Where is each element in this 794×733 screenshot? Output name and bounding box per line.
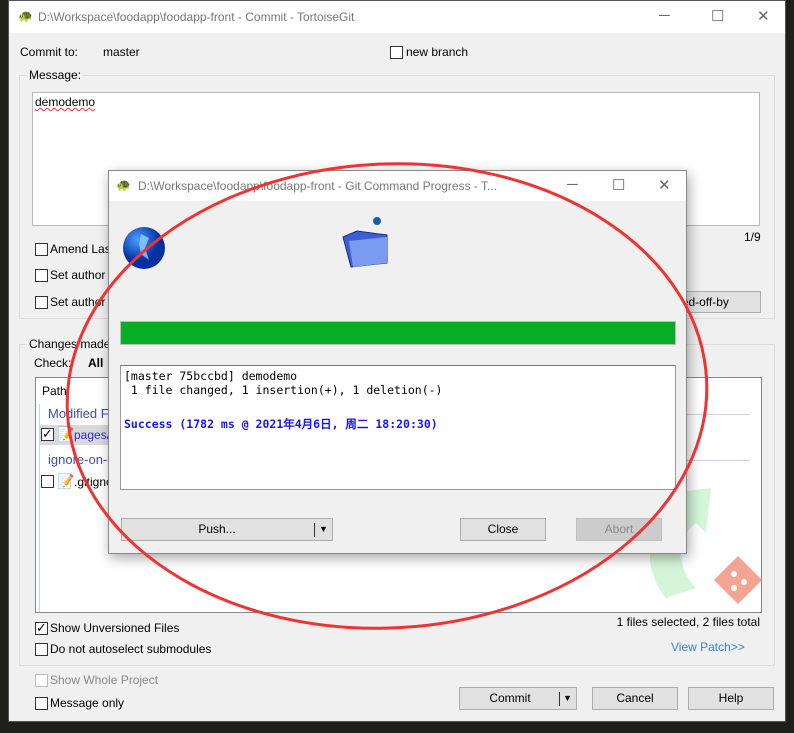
progress-bar — [120, 321, 676, 345]
success-line: Success (1782 ms @ 2021年4月6日, 周二 18:20:3… — [124, 417, 438, 431]
check-label: Check: — [34, 356, 72, 370]
show-unversioned-checkbox[interactable] — [35, 620, 48, 636]
message-label: Message: — [27, 68, 84, 82]
file-checkbox[interactable] — [41, 426, 54, 442]
set-author-checkbox[interactable] — [35, 296, 48, 309]
column-header-path[interactable]: Path — [42, 384, 67, 398]
no-autoselect-checkbox[interactable] — [35, 643, 48, 656]
progress-dialog: 🐢 D:\Workspace\foodapp\foodapp-front - G… — [108, 170, 687, 554]
dialog-title: D:\Workspace\foodapp\foodapp-front - Git… — [138, 179, 498, 193]
dialog-title-bar: 🐢 D:\Workspace\foodapp\foodapp-front - G… — [109, 171, 686, 201]
new-branch-label: new branch — [406, 45, 469, 59]
dropdown-arrow-icon[interactable]: ▼ — [319, 519, 328, 540]
dropdown-arrow-icon[interactable]: ▼ — [563, 688, 572, 709]
abort-button[interactable]: Abort — [576, 518, 662, 541]
view-patch-link[interactable]: View Patch>> — [671, 640, 745, 654]
push-button[interactable]: Push... ▼ — [121, 518, 333, 541]
minimize-button[interactable]: ─ — [659, 7, 670, 24]
no-autoselect-label: Do not autoselect submodules — [50, 642, 212, 656]
output-log[interactable]: [master 75bccbd] demodemo 1 file changed… — [120, 365, 676, 490]
commit-button-label: Commit — [489, 691, 531, 705]
push-button-label: Push... — [198, 522, 236, 536]
message-counter: 1/9 — [744, 230, 761, 244]
branch-name: master — [103, 45, 140, 59]
close-button[interactable]: Close — [460, 518, 546, 541]
log-line: [master 75bccbd] demodemo — [124, 369, 298, 383]
title-bar: 🐢 D:\Workspace\foodapp\foodapp-front - C… — [9, 1, 785, 33]
log-line: 1 file changed, 1 insertion(+), 1 deleti… — [124, 383, 443, 397]
minimize-button[interactable]: ─ — [567, 176, 578, 193]
show-whole-project-label: Show Whole Project — [50, 673, 159, 687]
tortoise-icon: 🐢 — [116, 178, 131, 192]
modified-file-icon: 📝 — [57, 426, 75, 442]
new-branch-checkbox[interactable] — [390, 46, 403, 59]
commit-to-label: Commit to: — [20, 45, 79, 59]
window-title: D:\Workspace\foodapp\foodapp-front - Com… — [38, 10, 355, 24]
globe-icon — [123, 227, 165, 269]
message-only-checkbox[interactable] — [35, 697, 48, 710]
unversioned-file-icon: 📝 — [57, 473, 75, 489]
progress-bar-fill — [121, 322, 675, 344]
show-whole-project-checkbox[interactable] — [35, 674, 48, 687]
amend-checkbox[interactable] — [35, 243, 48, 256]
file-checkbox[interactable] — [41, 475, 54, 488]
close-dialog-button[interactable]: ✕ — [658, 176, 671, 194]
set-author-label: Set author — [50, 295, 106, 309]
files-status: 1 files selected, 2 files total — [616, 615, 760, 629]
show-unversioned-label: Show Unversioned Files — [50, 621, 180, 635]
close-window-button[interactable]: ✕ — [757, 7, 770, 25]
maximize-button[interactable]: ☐ — [612, 176, 625, 194]
set-author-date-checkbox[interactable] — [35, 269, 48, 282]
commit-button[interactable]: Commit ▼ — [459, 687, 577, 710]
message-only-label: Message only — [50, 696, 125, 710]
cancel-button[interactable]: Cancel — [592, 687, 678, 710]
message-text: demodemo — [35, 95, 96, 109]
maximize-button[interactable]: ☐ — [711, 7, 724, 25]
file-path: pages/ — [74, 428, 111, 442]
check-all-link[interactable]: All — [88, 356, 103, 370]
tortoise-icon: 🐢 — [18, 9, 33, 23]
folder-icon — [342, 217, 388, 268]
help-button[interactable]: Help — [688, 687, 774, 710]
